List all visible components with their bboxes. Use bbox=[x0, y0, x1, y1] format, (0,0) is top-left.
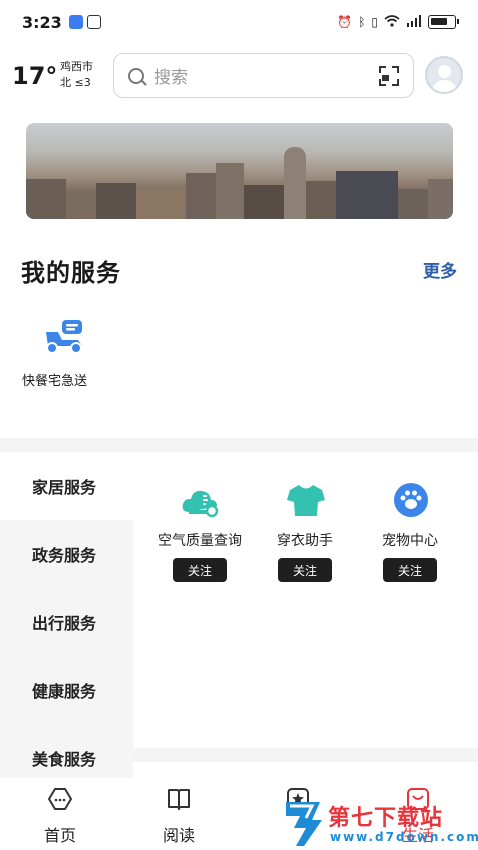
signal-icon bbox=[406, 14, 422, 30]
status-notification-icons bbox=[68, 15, 101, 29]
follow-button[interactable]: 关注 bbox=[383, 558, 437, 582]
book-icon bbox=[166, 786, 192, 812]
paw-icon bbox=[391, 482, 431, 518]
nav-home[interactable]: 首页 bbox=[20, 786, 100, 846]
bluetooth-icon: ᛒ bbox=[358, 15, 366, 29]
message-app-icon bbox=[68, 15, 83, 29]
top-header: 17° 鸡西市 北 ≤3 搜索 bbox=[0, 52, 478, 98]
tshirt-icon bbox=[286, 482, 326, 518]
vibrate-icon: ▯ bbox=[371, 15, 378, 29]
status-time: 3:23 bbox=[22, 12, 62, 32]
tile-label: 空气质量查询 bbox=[158, 533, 242, 549]
follow-button[interactable]: 关注 bbox=[173, 558, 227, 582]
watermark-url: www.d7down.com bbox=[330, 830, 478, 844]
content-separator bbox=[133, 748, 478, 778]
status-system-icons: ⏰ ᛒ ▯ bbox=[337, 14, 459, 30]
search-placeholder: 搜索 bbox=[154, 68, 188, 88]
nfc-icon bbox=[86, 15, 101, 29]
my-services-title: 我的服务 bbox=[21, 259, 121, 287]
delivery-scooter-icon bbox=[42, 318, 86, 354]
battery-icon bbox=[428, 15, 459, 29]
search-input[interactable]: 搜索 bbox=[113, 53, 414, 98]
nav-read[interactable]: 阅读 bbox=[139, 786, 219, 846]
service-label: 快餐宅急送 bbox=[22, 374, 88, 389]
watermark-text: 第七下载站 bbox=[328, 806, 444, 831]
weather-location[interactable]: 鸡西市 北 ≤3 bbox=[60, 59, 93, 91]
search-icon bbox=[128, 67, 144, 84]
city-name: 鸡西市 bbox=[60, 60, 93, 73]
avatar[interactable] bbox=[425, 56, 463, 94]
more-link[interactable]: 更多 bbox=[423, 257, 457, 282]
alarm-icon: ⏰ bbox=[337, 15, 353, 29]
wifi-icon bbox=[384, 14, 400, 30]
banner-city-skyline[interactable] bbox=[26, 123, 453, 219]
d7-logo bbox=[282, 798, 326, 850]
wind-info: 北 ≤3 bbox=[60, 76, 91, 89]
category-item-health[interactable]: 健康服务 bbox=[0, 656, 133, 724]
scan-icon[interactable] bbox=[379, 66, 399, 86]
watermark: 第七下载站 www.d7down.com bbox=[282, 796, 478, 850]
tile-label: 宠物中心 bbox=[382, 533, 438, 549]
nav-label: 首页 bbox=[43, 826, 76, 845]
tile-label: 穿衣助手 bbox=[277, 533, 333, 549]
category-sidebar: 家居服务 政务服务 出行服务 健康服务 美食服务 bbox=[0, 452, 133, 778]
category-item-travel[interactable]: 出行服务 bbox=[0, 588, 133, 656]
section-divider bbox=[0, 438, 478, 452]
category-item-home[interactable]: 家居服务 bbox=[0, 452, 133, 520]
home-icon bbox=[47, 786, 73, 812]
air-quality-icon bbox=[181, 482, 221, 518]
status-bar: 3:23 ⏰ ᛒ ▯ bbox=[0, 0, 478, 44]
follow-button[interactable]: 关注 bbox=[278, 558, 332, 582]
weather-temperature[interactable]: 17° bbox=[12, 62, 57, 90]
category-item-government[interactable]: 政务服务 bbox=[0, 520, 133, 588]
nav-label: 阅读 bbox=[162, 826, 195, 845]
